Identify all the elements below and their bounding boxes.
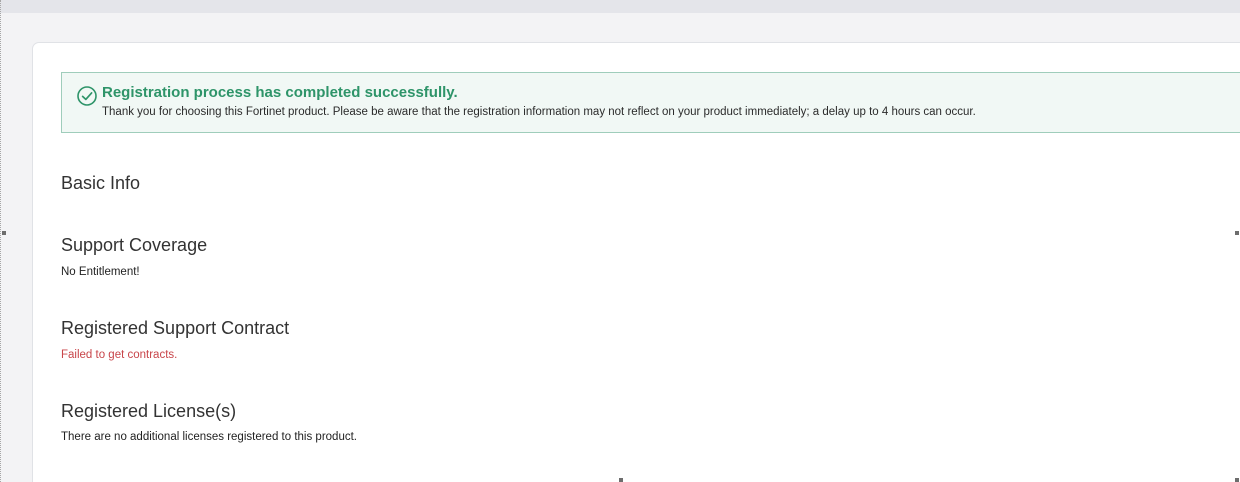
screenshot-viewport: Registration process has completed succe… xyxy=(0,0,1240,482)
alert-message: Thank you for choosing this Fortinet pro… xyxy=(102,106,976,118)
resize-handle-bottom xyxy=(619,478,623,482)
top-header-strip xyxy=(0,0,1240,13)
support-coverage-status: No Entitlement! xyxy=(61,266,140,278)
registration-result-card: Registration process has completed succe… xyxy=(32,42,1240,482)
alert-title: Registration process has completed succe… xyxy=(102,84,458,101)
section-title-registered-licenses: Registered License(s) xyxy=(61,401,237,421)
success-alert: Registration process has completed succe… xyxy=(61,72,1240,133)
resize-handle-right xyxy=(1235,231,1239,235)
registered-licenses-status: There are no additional licenses registe… xyxy=(61,431,357,443)
resize-handle-left xyxy=(2,231,6,235)
section-title-support-coverage: Support Coverage xyxy=(61,235,208,255)
section-title-basic-info: Basic Info xyxy=(61,173,141,193)
window-left-edge xyxy=(0,0,2,482)
resize-handle-bottom-right xyxy=(1235,478,1239,482)
section-title-registered-support-contract: Registered Support Contract xyxy=(61,318,290,338)
support-contract-error: Failed to get contracts. xyxy=(61,349,178,361)
check-circle-icon xyxy=(77,86,97,106)
